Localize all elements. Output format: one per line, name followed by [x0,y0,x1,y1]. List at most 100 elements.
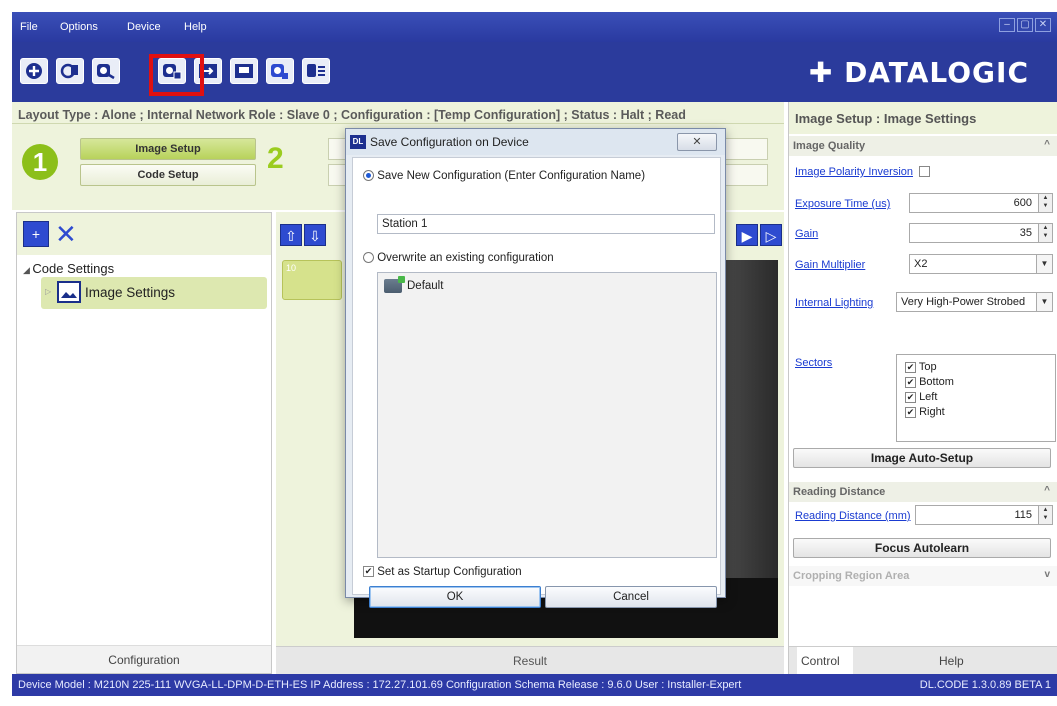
image-setup-button[interactable]: Image Setup [80,138,256,160]
reading-distance-label[interactable]: Reading Distance (mm) [795,510,911,522]
add-item-icon[interactable]: + [23,221,49,247]
datalogic-logo: ✚ DATALOGIC [808,56,1029,89]
toolbar: ✚ DATALOGIC [12,42,1057,102]
code-setup-button[interactable]: Code Setup [80,164,256,186]
close-window-button[interactable]: ✕ [1035,18,1051,32]
tab-help[interactable]: Help [939,647,964,675]
device-info-icon[interactable] [266,58,294,84]
configuration-name-input[interactable]: Station 1 [377,214,715,234]
existing-configurations-list: Default [377,272,717,558]
arrow-up-icon[interactable]: ⇧ [280,224,302,246]
save-new-radio[interactable] [363,170,374,182]
expand-caret-icon[interactable]: v [1044,569,1050,580]
exposure-time-field[interactable]: 600 ▲ ▼ [909,193,1053,213]
sector-right-option[interactable]: ✔ Right [905,406,1047,418]
chevron-down-icon[interactable]: ▼ [1036,293,1052,311]
overwrite-radio[interactable] [363,252,374,264]
window-controls: – ▢ ✕ [999,18,1051,32]
play-icon[interactable]: ▶ [736,224,758,246]
home-icon[interactable] [20,58,48,84]
list-item[interactable]: Default [384,276,443,293]
properties-title: Image Setup : Image Settings [789,102,1057,134]
startup-config-checkbox[interactable]: ✔ [363,566,374,578]
save-configuration-dialog: DL Save Configuration on Device ✕ Save N… [345,128,726,608]
sector-left-checkbox[interactable]: ✔ [905,391,916,403]
chevron-down-icon[interactable]: ▼ [1036,255,1052,273]
tree-item-image-settings[interactable]: ▷ Image Settings [41,277,267,309]
collapse-caret-icon[interactable]: ^ [1044,485,1050,496]
delete-item-icon[interactable]: ✕ [55,221,77,247]
image-thumbnail[interactable]: 10 [282,260,342,300]
spinner-icon[interactable]: ▲ ▼ [1038,506,1052,524]
configuration-icon [384,276,405,293]
gain-field[interactable]: 35 ▲ ▼ [909,223,1053,243]
find-device-icon[interactable] [56,58,84,84]
open-device-config-icon[interactable] [92,58,120,84]
layout-info-bar: Layout Type : Alone ; Internal Network R… [12,102,784,124]
sector-left-option[interactable]: ✔ Left [905,391,1047,403]
exposure-time-label[interactable]: Exposure Time (us) [795,198,890,210]
focus-autolearn-button[interactable]: Focus Autolearn [793,538,1051,558]
highlight-box [149,54,204,96]
spinner-icon[interactable]: ▲ ▼ [1038,194,1052,212]
minimize-button[interactable]: – [999,18,1015,32]
overwrite-option[interactable]: Overwrite an existing configuration [363,252,554,264]
tab-control[interactable]: Control [797,647,853,675]
app-window: File Options Device Help – ▢ ✕ ✚ DATALOG… [12,12,1057,706]
arrow-down-icon[interactable]: ⇩ [304,224,326,246]
expand-icon[interactable]: ▷ [45,287,51,296]
menu-bar: File Options Device Help – ▢ ✕ [12,12,1057,42]
properties-panel: Image Setup : Image Settings Image Quali… [788,102,1057,675]
spinner-icon[interactable]: ▲ ▼ [1038,224,1052,242]
sector-bottom-checkbox[interactable]: ✔ [905,376,916,388]
polarity-inversion-checkbox[interactable] [919,166,930,177]
settings-list-icon[interactable] [302,58,330,84]
ok-button[interactable]: OK [369,586,541,608]
sector-bottom-option[interactable]: ✔ Bottom [905,376,1047,388]
gain-multiplier-label[interactable]: Gain Multiplier [795,259,865,271]
internal-lighting-select[interactable]: Very High-Power Strobed ▼ [896,292,1053,312]
sector-right-checkbox[interactable]: ✔ [905,406,916,418]
device-status-text: Device Model : M210N 225-111 WVGA-LL-DPM… [18,679,742,691]
gain-multiplier-select[interactable]: X2 ▼ [909,254,1053,274]
properties-tabs: Control Help [789,646,1057,675]
dialog-close-button[interactable]: ✕ [677,133,717,151]
result-tab[interactable]: Result [276,646,784,674]
cropping-region-section[interactable]: Cropping Region Area v [789,566,1057,586]
menu-device[interactable]: Device [127,21,161,33]
internal-lighting-label[interactable]: Internal Lighting [795,297,873,309]
reading-distance-section[interactable]: Reading Distance ^ [789,482,1057,502]
step-forward-icon[interactable]: ▷ [760,224,782,246]
collapse-caret-icon[interactable]: ^ [1044,139,1050,150]
reading-distance-field[interactable]: 115 ▲ ▼ [915,505,1053,525]
step-2-badge: 2 [267,142,284,175]
dialog-titlebar: DL Save Configuration on Device ✕ [346,129,725,155]
sector-top-checkbox[interactable]: ✔ [905,361,916,373]
menu-help[interactable]: Help [184,21,207,33]
sectors-label[interactable]: Sectors [795,357,832,369]
version-text: DL.CODE 1.3.0.89 BETA 1 [919,679,1051,691]
save-to-pc-icon[interactable] [230,58,258,84]
sector-top-option[interactable]: ✔ Top [905,361,1047,373]
maximize-button[interactable]: ▢ [1017,18,1033,32]
collapse-icon[interactable]: ◢ [23,265,32,275]
sectors-list: ✔ Top ✔ Bottom ✔ Left ✔ Right [896,354,1056,442]
cancel-button[interactable]: Cancel [545,586,717,608]
brand-area: ✚ DATALOGIC [752,42,1057,102]
app-icon: DL [350,135,366,149]
save-new-option[interactable]: Save New Configuration (Enter Configurat… [363,170,645,182]
logo-mark-icon: ✚ [808,56,834,89]
gain-label[interactable]: Gain [795,228,818,240]
step-1-badge: 1 [22,144,58,180]
menu-file[interactable]: File [20,21,38,33]
image-settings-icon [57,281,81,303]
menu-options[interactable]: Options [60,21,98,33]
status-bar: Device Model : M210N 225-111 WVGA-LL-DPM… [12,674,1057,696]
tree-root-code-settings[interactable]: ◢ Code Settings [23,261,114,276]
tree-toolbar: + ✕ [17,213,271,255]
image-auto-setup-button[interactable]: Image Auto-Setup [793,448,1051,468]
startup-config-option[interactable]: ✔ Set as Startup Configuration [363,566,522,578]
configuration-tab[interactable]: Configuration [17,645,271,673]
polarity-inversion-label[interactable]: Image Polarity Inversion [795,166,913,178]
image-quality-section[interactable]: Image Quality ^ [789,136,1057,156]
